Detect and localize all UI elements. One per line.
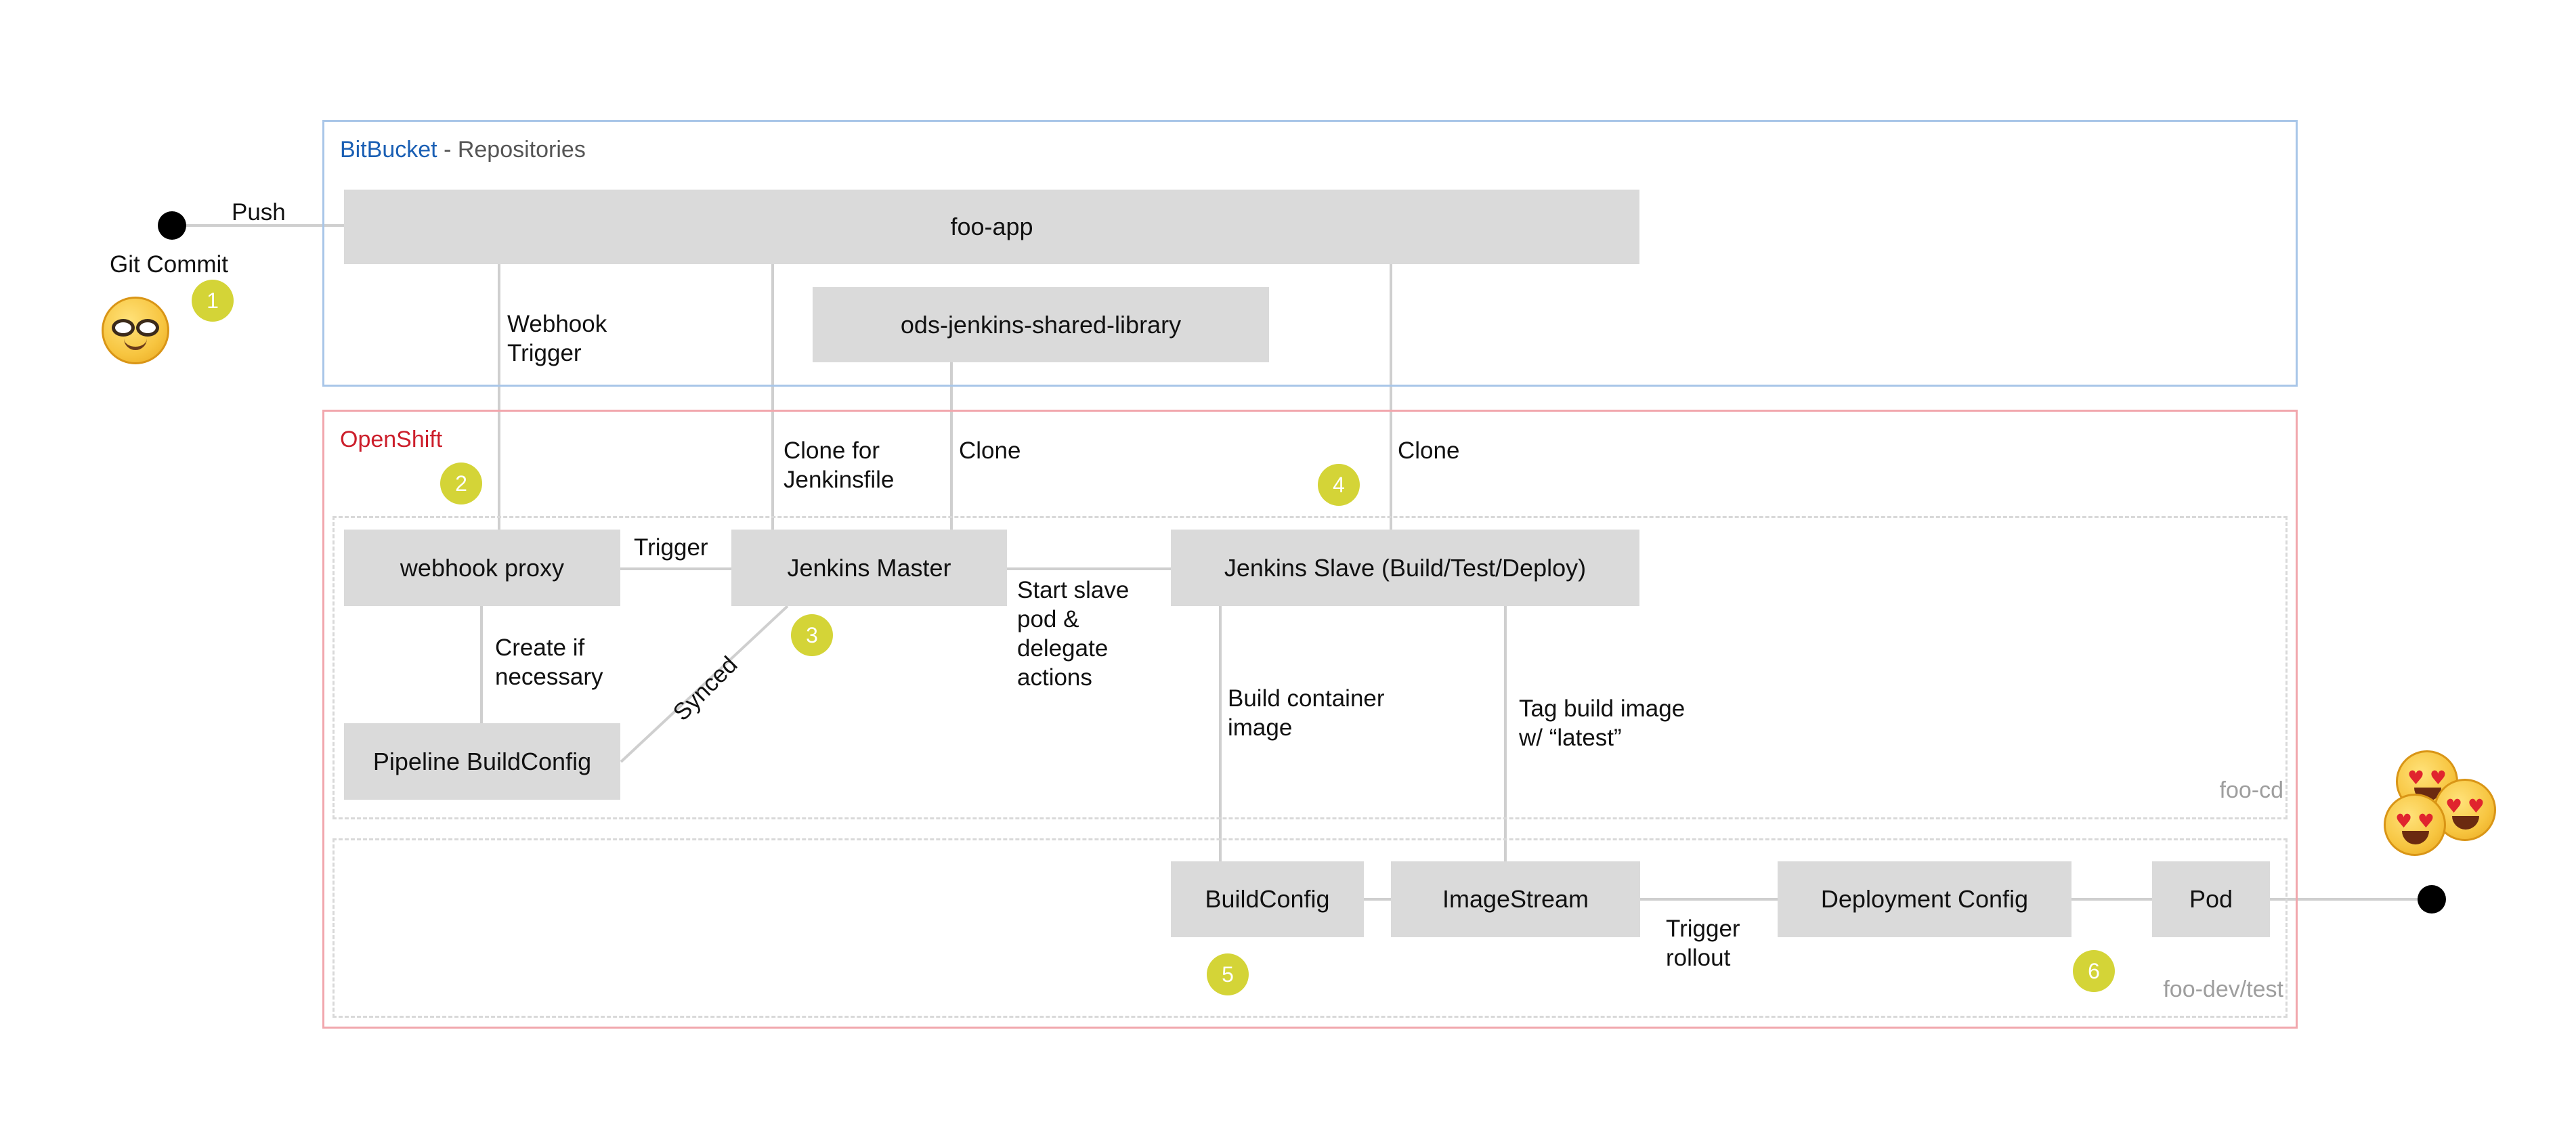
webhook-proxy-node[interactable]: webhook proxy bbox=[344, 530, 620, 606]
openshift-title: OpenShift bbox=[340, 427, 443, 452]
pipeline-buildconfig-node[interactable]: Pipeline BuildConfig bbox=[344, 723, 620, 800]
push-label: Push bbox=[232, 199, 286, 225]
start-slave-label: Start slave pod & delegate actions bbox=[1017, 577, 1130, 691]
step-badge-1: 1 bbox=[192, 280, 234, 322]
step-badge-6: 6 bbox=[2073, 950, 2115, 992]
step-badge-5: 5 bbox=[1207, 953, 1249, 995]
shared-library-node[interactable]: ods-jenkins-shared-library bbox=[813, 287, 1269, 362]
step-badge-2: 2 bbox=[440, 463, 482, 504]
clone-slave-label: Clone bbox=[1398, 437, 1460, 464]
build-container-image-label: Build container image bbox=[1228, 685, 1385, 741]
namespace-foo-cd-label: foo-cd bbox=[2219, 777, 2284, 803]
deployment-config-node[interactable]: Deployment Config bbox=[1778, 861, 2071, 937]
bitbucket-title-suffix: - Repositories bbox=[437, 137, 586, 163]
heart-eyes-icon: ♥ ♥ bbox=[2384, 794, 2446, 856]
commit-dot-icon bbox=[158, 211, 186, 240]
create-if-necessary-label: Create if necessary bbox=[495, 635, 603, 690]
trigger-label: Trigger bbox=[634, 534, 708, 561]
bitbucket-brand: BitBucket bbox=[340, 137, 437, 163]
foo-app-node[interactable]: foo-app bbox=[344, 190, 1639, 264]
pipeline-diagram: BitBucket - Repositories OpenShift foo-c… bbox=[0, 0, 2576, 1139]
step-badge-4: 4 bbox=[1318, 464, 1360, 506]
step-badge-3: 3 bbox=[791, 614, 833, 656]
clone-for-jenkinsfile-label: Clone for Jenkinsfile bbox=[783, 437, 895, 493]
git-commit-label: Git Commit bbox=[110, 251, 228, 278]
pod-node[interactable]: Pod bbox=[2152, 861, 2270, 937]
trigger-rollout-label: Trigger rollout bbox=[1666, 916, 1740, 971]
tag-build-image-label: Tag build image w/ “latest” bbox=[1519, 695, 1686, 751]
buildconfig-node[interactable]: BuildConfig bbox=[1171, 861, 1364, 937]
imagestream-node[interactable]: ImageStream bbox=[1391, 861, 1640, 937]
jenkins-master-node[interactable]: Jenkins Master bbox=[731, 530, 1007, 606]
nerd-face-icon bbox=[102, 297, 169, 364]
namespace-foo-dev-test-label: foo-dev/test bbox=[2163, 976, 2283, 1002]
webhook-trigger-label: Webhook Trigger bbox=[507, 311, 607, 366]
jenkins-slave-node[interactable]: Jenkins Slave (Build/Test/Deploy) bbox=[1171, 530, 1639, 606]
bitbucket-title: BitBucket - Repositories bbox=[340, 137, 586, 163]
clone-library-label: Clone bbox=[959, 437, 1021, 464]
end-dot-icon bbox=[2418, 885, 2446, 914]
